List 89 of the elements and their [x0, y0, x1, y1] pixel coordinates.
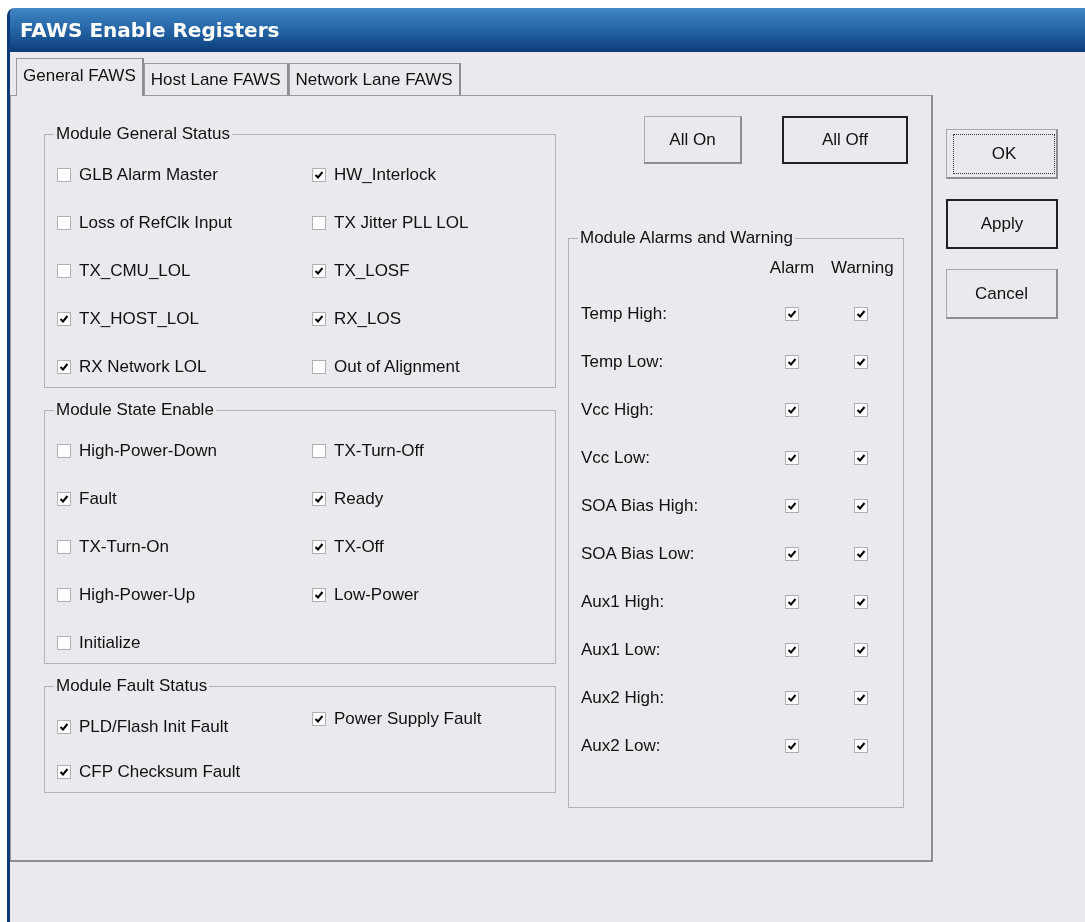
checkbox[interactable]	[312, 443, 326, 458]
column-header: Alarm	[768, 258, 816, 278]
checkbox[interactable]	[57, 587, 71, 602]
toggle-all-button[interactable]: All On	[644, 116, 742, 164]
checkbox-label[interactable]: Low-Power	[334, 584, 420, 605]
checkbox[interactable]	[312, 587, 326, 602]
tab[interactable]: Network Lane FAWS	[288, 63, 461, 95]
checkbox[interactable]	[312, 359, 326, 374]
checkbox-label[interactable]: TX_CMU_LOL	[79, 260, 191, 281]
checkbox[interactable]	[785, 306, 799, 321]
checkbox-label[interactable]: CFP Checksum Fault	[79, 761, 241, 782]
checkbox[interactable]	[854, 402, 868, 417]
checkbox[interactable]	[312, 263, 326, 278]
checkbox[interactable]	[57, 263, 71, 278]
checkbox[interactable]	[785, 594, 799, 609]
checkbox-label[interactable]: Out of Alignment	[334, 356, 460, 377]
checkbox-label[interactable]: RX Network LOL	[79, 356, 207, 377]
checkbox[interactable]	[57, 764, 71, 779]
checkbox[interactable]	[312, 167, 326, 182]
checkbox[interactable]	[854, 354, 868, 369]
checkbox-label[interactable]: High-Power-Up	[79, 584, 196, 605]
checkbox[interactable]	[312, 711, 326, 726]
checkbox-label[interactable]: TX Jitter PLL LOL	[334, 212, 469, 233]
checkbox[interactable]	[785, 402, 799, 417]
checkbox[interactable]	[57, 719, 71, 734]
checkbox[interactable]	[854, 306, 868, 321]
checkbox[interactable]	[854, 594, 868, 609]
row-label: SOA Bias Low:	[581, 543, 696, 565]
row-label: SOA Bias High:	[581, 495, 700, 517]
checkbox-label[interactable]: TX_HOST_LOL	[79, 308, 199, 329]
checkbox-label[interactable]: Power Supply Fault	[334, 708, 482, 729]
row-label: Aux2 Low:	[581, 735, 662, 757]
checkbox[interactable]	[854, 690, 868, 705]
tab[interactable]: Host Lane FAWS	[143, 63, 289, 95]
checkbox[interactable]	[854, 546, 868, 561]
checkbox-label[interactable]: HW_Interlock	[334, 164, 437, 185]
row-label: Aux1 High:	[581, 591, 666, 613]
dialog-button[interactable]: Cancel	[946, 269, 1058, 319]
dialog-button[interactable]: OK	[946, 129, 1058, 179]
row-label: Temp High:	[581, 303, 668, 325]
group-title: Module General Status	[55, 124, 231, 144]
checkbox-label[interactable]: TX_LOSF	[334, 260, 410, 281]
checkbox[interactable]	[785, 738, 799, 753]
checkbox[interactable]	[312, 311, 326, 326]
checkbox-label[interactable]: Loss of RefClk Input	[79, 212, 233, 233]
checkbox[interactable]	[57, 359, 71, 374]
row-label: Vcc Low:	[581, 447, 651, 469]
tab[interactable]: General FAWS	[16, 58, 144, 96]
checkbox[interactable]	[57, 443, 71, 458]
checkbox[interactable]	[785, 642, 799, 657]
checkbox[interactable]	[785, 450, 799, 465]
row-label: Aux2 High:	[581, 687, 666, 709]
checkbox[interactable]	[57, 167, 71, 182]
row-label: Temp Low:	[581, 351, 665, 373]
checkbox[interactable]	[785, 546, 799, 561]
checkbox-label[interactable]: TX-Turn-On	[79, 536, 170, 557]
checkbox-label[interactable]: RX_LOS	[334, 308, 402, 329]
checkbox[interactable]	[57, 635, 71, 650]
checkbox[interactable]	[312, 215, 326, 230]
window-title: FAWS Enable Registers	[20, 18, 280, 42]
checkbox[interactable]	[854, 498, 868, 513]
checkbox[interactable]	[785, 354, 799, 369]
group-title: Module State Enable	[55, 400, 215, 420]
group-title: Module Fault Status	[55, 676, 209, 696]
checkbox-label[interactable]: GLB Alarm Master	[79, 164, 218, 185]
checkbox-label[interactable]: High-Power-Down	[79, 440, 217, 461]
checkbox[interactable]	[57, 491, 71, 506]
row-label: Aux1 Low:	[581, 639, 662, 661]
dialog-button[interactable]: Apply	[946, 199, 1058, 249]
checkbox-label[interactable]: Ready	[334, 488, 384, 509]
checkbox[interactable]	[312, 539, 326, 554]
checkbox[interactable]	[785, 498, 799, 513]
group-title: Module Alarms and Warning	[579, 228, 794, 248]
checkbox[interactable]	[785, 690, 799, 705]
checkbox[interactable]	[57, 215, 71, 230]
checkbox[interactable]	[312, 491, 326, 506]
checkbox-label[interactable]: PLD/Flash Init Fault	[79, 716, 229, 737]
toggle-all-button[interactable]: All Off	[782, 116, 908, 164]
checkbox[interactable]	[854, 642, 868, 657]
checkbox-label[interactable]: TX-Turn-Off	[334, 440, 424, 461]
checkbox-label[interactable]: Fault	[79, 488, 117, 509]
checkbox-label[interactable]: Initialize	[79, 632, 141, 653]
checkbox[interactable]	[854, 738, 868, 753]
checkbox[interactable]	[57, 539, 71, 554]
column-header: Warning	[831, 258, 891, 278]
checkbox[interactable]	[57, 311, 71, 326]
row-label: Vcc High:	[581, 399, 655, 421]
checkbox-label[interactable]: TX-Off	[334, 536, 384, 557]
checkbox[interactable]	[854, 450, 868, 465]
